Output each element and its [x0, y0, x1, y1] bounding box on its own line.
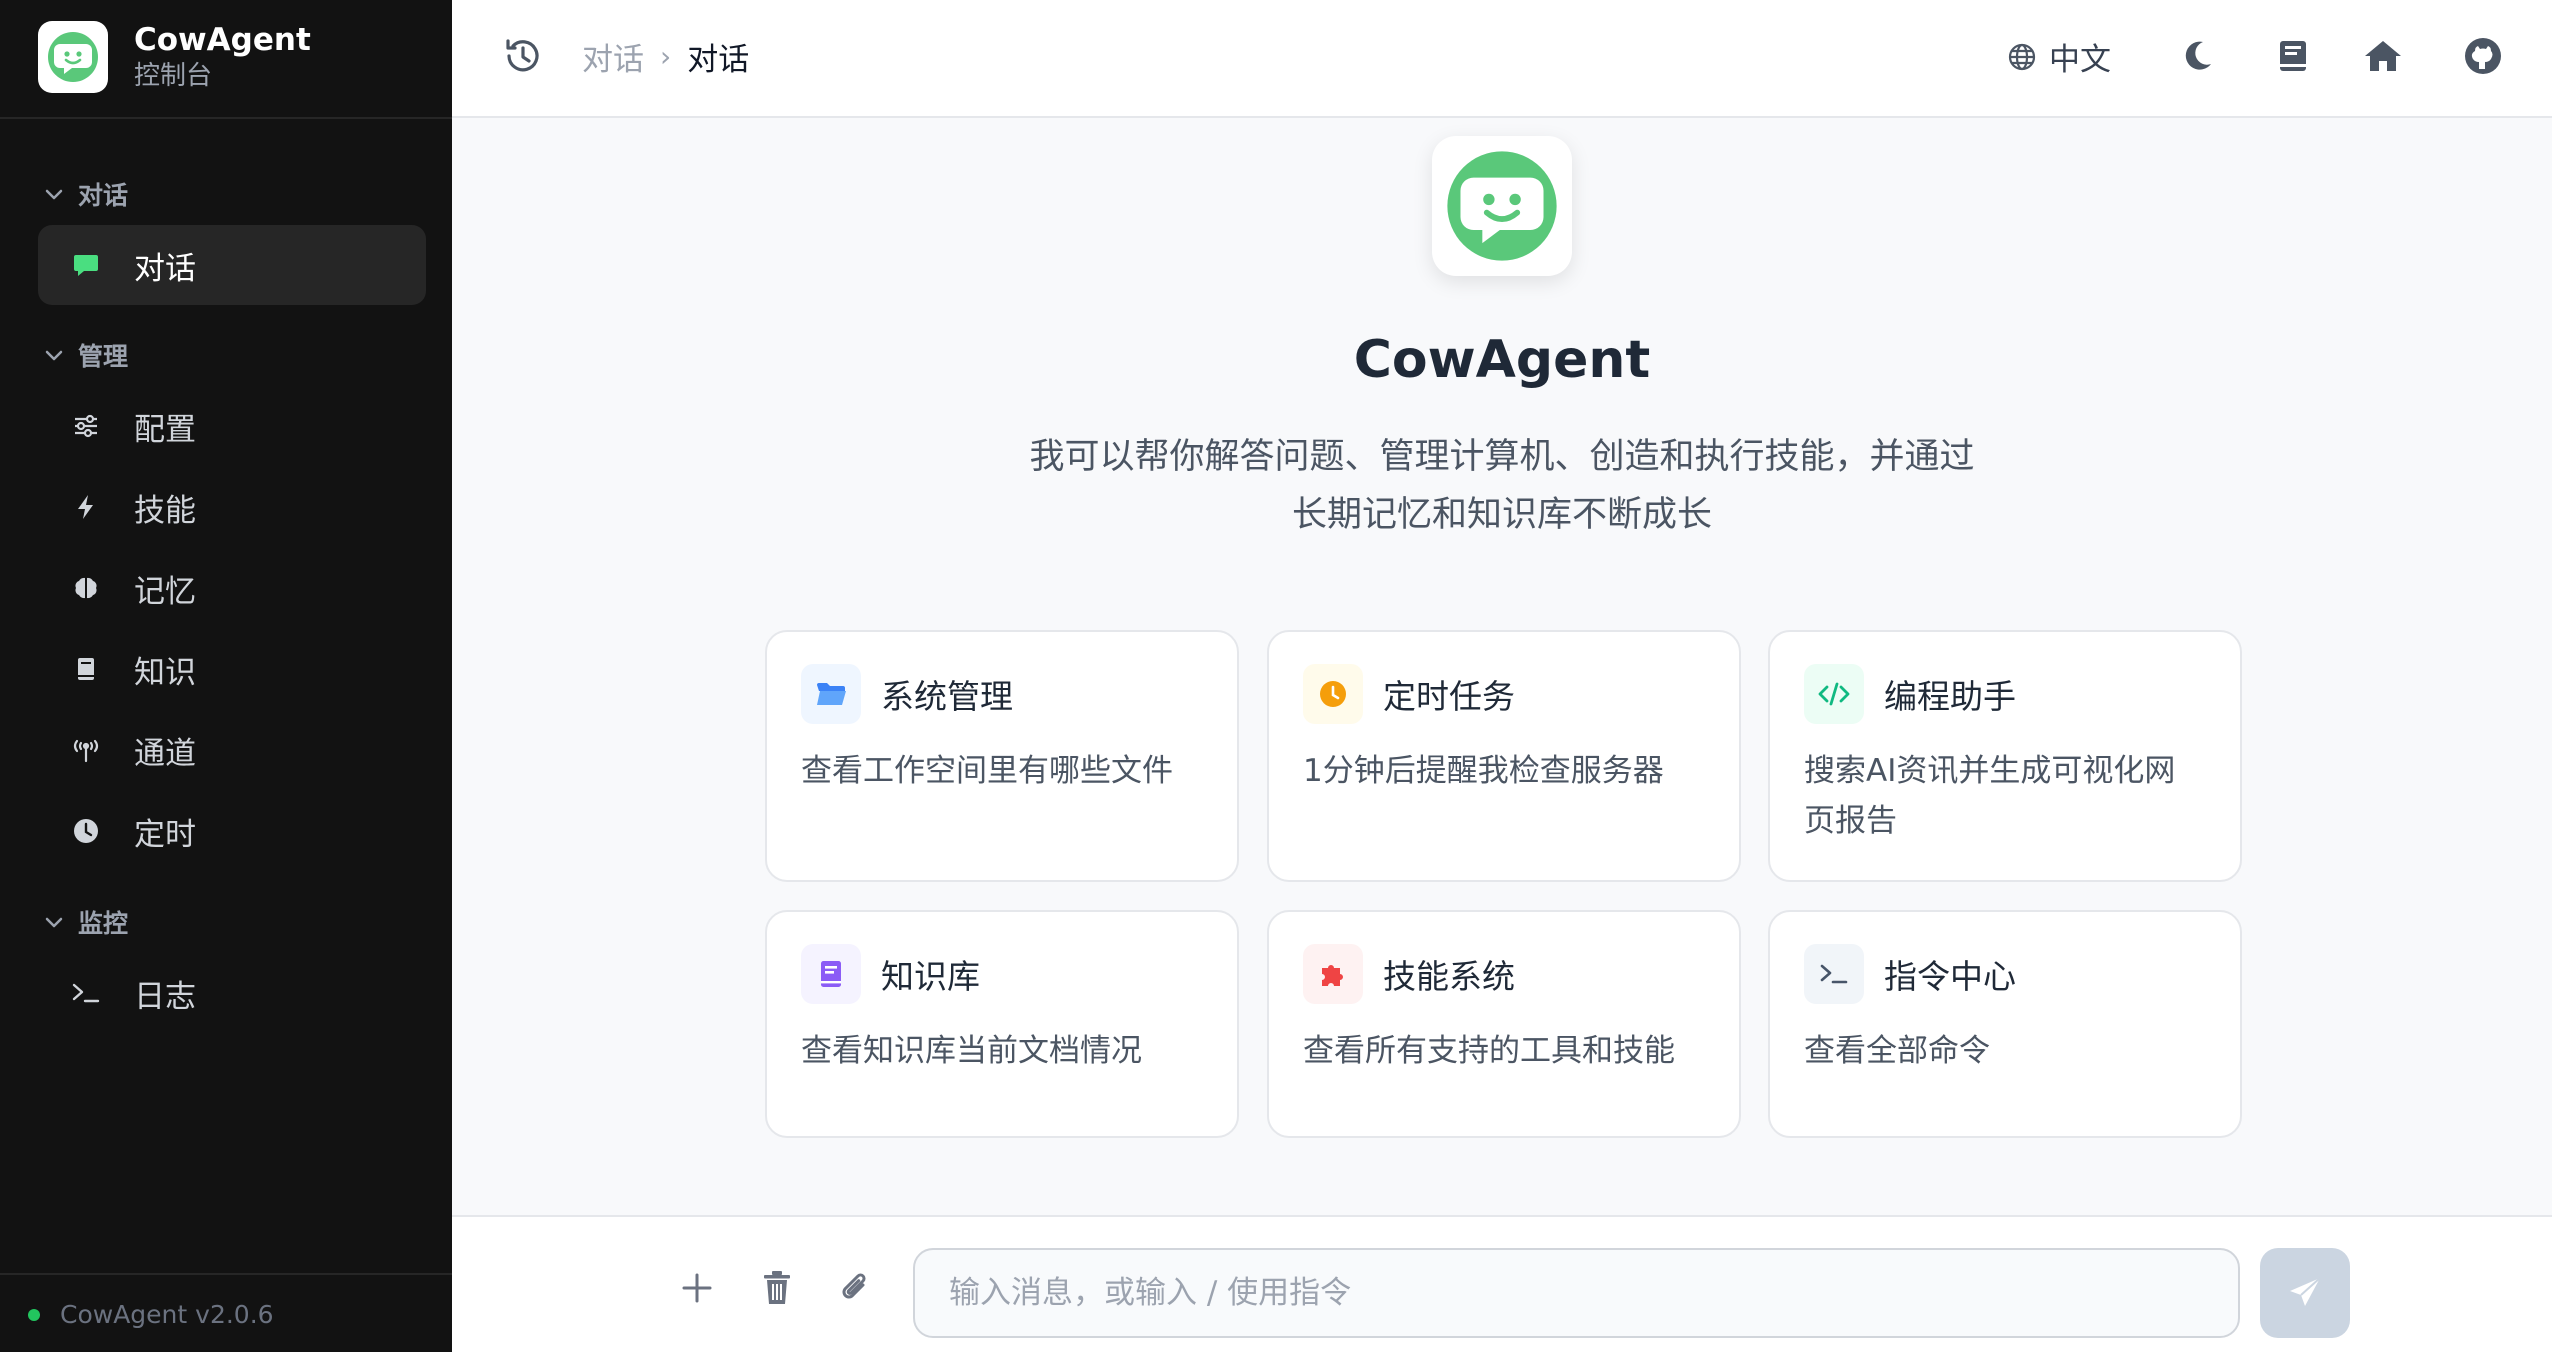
brain-icon — [70, 572, 102, 604]
sidebar-group-label: 监控 — [78, 909, 129, 938]
brand-subtitle: 控制台 — [134, 61, 213, 91]
sidebar-group-monitor[interactable]: 监控 — [42, 904, 128, 940]
breadcrumb-separator-icon: › — [660, 40, 672, 73]
sidebar-item-label: 通道 — [134, 735, 196, 772]
plus-icon[interactable] — [676, 1267, 718, 1309]
sidebar-item-schedule[interactable]: 定时 — [38, 791, 426, 871]
hero-title: CowAgent — [1353, 330, 1651, 390]
card-description: 查看所有支持的工具和技能 — [1303, 1033, 1675, 1069]
card-description: 查看知识库当前文档情况 — [801, 1033, 1142, 1069]
chevron-down-icon — [45, 350, 63, 361]
sidebar-group-label: 管理 — [78, 342, 129, 371]
sidebar-item-label: 知识 — [134, 654, 196, 691]
sidebar-item-config[interactable]: 配置 — [38, 386, 426, 466]
suggestion-card-system[interactable]: 系统管理 查看工作空间里有哪些文件 — [765, 630, 1239, 882]
card-description: 搜索AI资讯并生成可视化网页报告 — [1804, 753, 2176, 839]
sidebar-footer-divider — [0, 1273, 452, 1275]
moon-icon[interactable] — [2176, 35, 2218, 77]
sidebar-item-chat[interactable]: 对话 — [38, 225, 426, 305]
trash-icon[interactable] — [756, 1267, 798, 1309]
antenna-icon — [70, 734, 102, 766]
puzzle-icon — [1303, 944, 1363, 1004]
history-icon[interactable] — [502, 35, 544, 77]
card-title: 系统管理 — [881, 677, 1013, 716]
language-label: 中文 — [2049, 42, 2111, 78]
suggestion-card-schedule[interactable]: 定时任务 1分钟后提醒我检查服务器 — [1267, 630, 1741, 882]
hero-description-line: 我可以帮你解答问题、管理计算机、创造和执行技能，并通过 — [1029, 437, 1975, 477]
brand[interactable]: CowAgent 控制台 — [38, 21, 311, 93]
card-description: 查看工作空间里有哪些文件 — [801, 753, 1173, 789]
brand-name: CowAgent — [134, 22, 311, 58]
clock-icon — [1303, 664, 1363, 724]
suggestion-card-commands[interactable]: 指令中心 查看全部命令 — [1768, 910, 2242, 1138]
card-description: 1分钟后提醒我检查服务器 — [1303, 753, 1664, 789]
card-title: 编程助手 — [1884, 677, 2016, 716]
sidebar-item-logs[interactable]: 日志 — [38, 953, 426, 1033]
terminal-icon — [1804, 944, 1864, 1004]
sidebar-item-label: 技能 — [134, 492, 196, 529]
version-status: CowAgent v2.0.6 — [28, 1300, 274, 1329]
sidebar-item-label: 配置 — [134, 411, 196, 448]
hero-description: 我可以帮你解答问题、管理计算机、创造和执行技能，并通过 长期记忆和知识库不断成长 — [1000, 428, 2004, 544]
sidebar-item-label: 记忆 — [134, 573, 196, 610]
card-title: 指令中心 — [1884, 957, 2016, 996]
chevron-down-icon — [45, 189, 63, 200]
breadcrumb-parent[interactable]: 对话 — [582, 34, 644, 79]
book-icon — [70, 653, 102, 685]
sidebar-group-label: 对话 — [78, 181, 129, 210]
sidebar-item-label: 日志 — [134, 978, 196, 1015]
terminal-icon — [70, 977, 102, 1009]
card-title: 定时任务 — [1383, 677, 1515, 716]
home-icon[interactable] — [2362, 35, 2404, 77]
suggestion-card-knowledge[interactable]: 知识库 查看知识库当前文档情况 — [765, 910, 1239, 1138]
chat-bubble-icon — [70, 249, 102, 281]
bolt-icon — [70, 491, 102, 523]
folder-icon — [801, 664, 861, 724]
paperclip-icon[interactable] — [834, 1267, 876, 1309]
status-dot — [28, 1308, 40, 1321]
send-icon — [2290, 1277, 2321, 1306]
card-title: 知识库 — [881, 957, 980, 996]
send-button[interactable] — [2260, 1248, 2350, 1338]
clock-icon — [70, 815, 102, 847]
sidebar-item-knowledge[interactable]: 知识 — [38, 629, 426, 709]
hero-description-line: 长期记忆和知识库不断成长 — [1291, 495, 1712, 535]
version-label: CowAgent v2.0.6 — [60, 1300, 274, 1329]
sidebar-divider — [0, 117, 452, 119]
card-title: 技能系统 — [1383, 957, 1515, 996]
chevron-down-icon — [45, 917, 63, 928]
card-description: 查看全部命令 — [1804, 1033, 1990, 1069]
sidebar-item-channels[interactable]: 通道 — [38, 710, 426, 790]
suggestion-card-coding[interactable]: 编程助手 搜索AI资讯并生成可视化网页报告 — [1768, 630, 2242, 882]
sidebar-item-label: 对话 — [134, 250, 196, 287]
chat-input-bar — [452, 1215, 2552, 1352]
suggestion-card-skills[interactable]: 技能系统 查看所有支持的工具和技能 — [1267, 910, 1741, 1138]
sidebar-group-chat[interactable]: 对话 — [42, 176, 128, 212]
sidebar-item-skills[interactable]: 技能 — [38, 467, 426, 547]
cowagent-logo-icon — [38, 21, 108, 93]
github-icon[interactable] — [2462, 35, 2504, 77]
code-icon — [1804, 664, 1864, 724]
message-input[interactable] — [913, 1248, 2240, 1338]
globe-icon — [2008, 43, 2036, 70]
breadcrumb-current: 对话 — [687, 42, 750, 78]
top-header: 对话 › 对话 中文 — [452, 0, 2552, 118]
sidebar-item-memory[interactable]: 记忆 — [38, 548, 426, 628]
breadcrumb: 对话 › 对话 — [582, 34, 749, 79]
sidebar-group-manage[interactable]: 管理 — [42, 337, 128, 373]
sidebar: CowAgent 控制台 对话 对话 管理 配置 技能 记忆 知识 通道 定时 … — [0, 0, 452, 1352]
language-switch[interactable]: 中文 — [2007, 34, 2111, 79]
book-icon — [801, 944, 861, 1004]
sidebar-item-label: 定时 — [134, 816, 196, 853]
hero-logo-icon — [1432, 136, 1572, 276]
sliders-icon — [70, 410, 102, 442]
docs-book-icon[interactable] — [2272, 35, 2314, 77]
